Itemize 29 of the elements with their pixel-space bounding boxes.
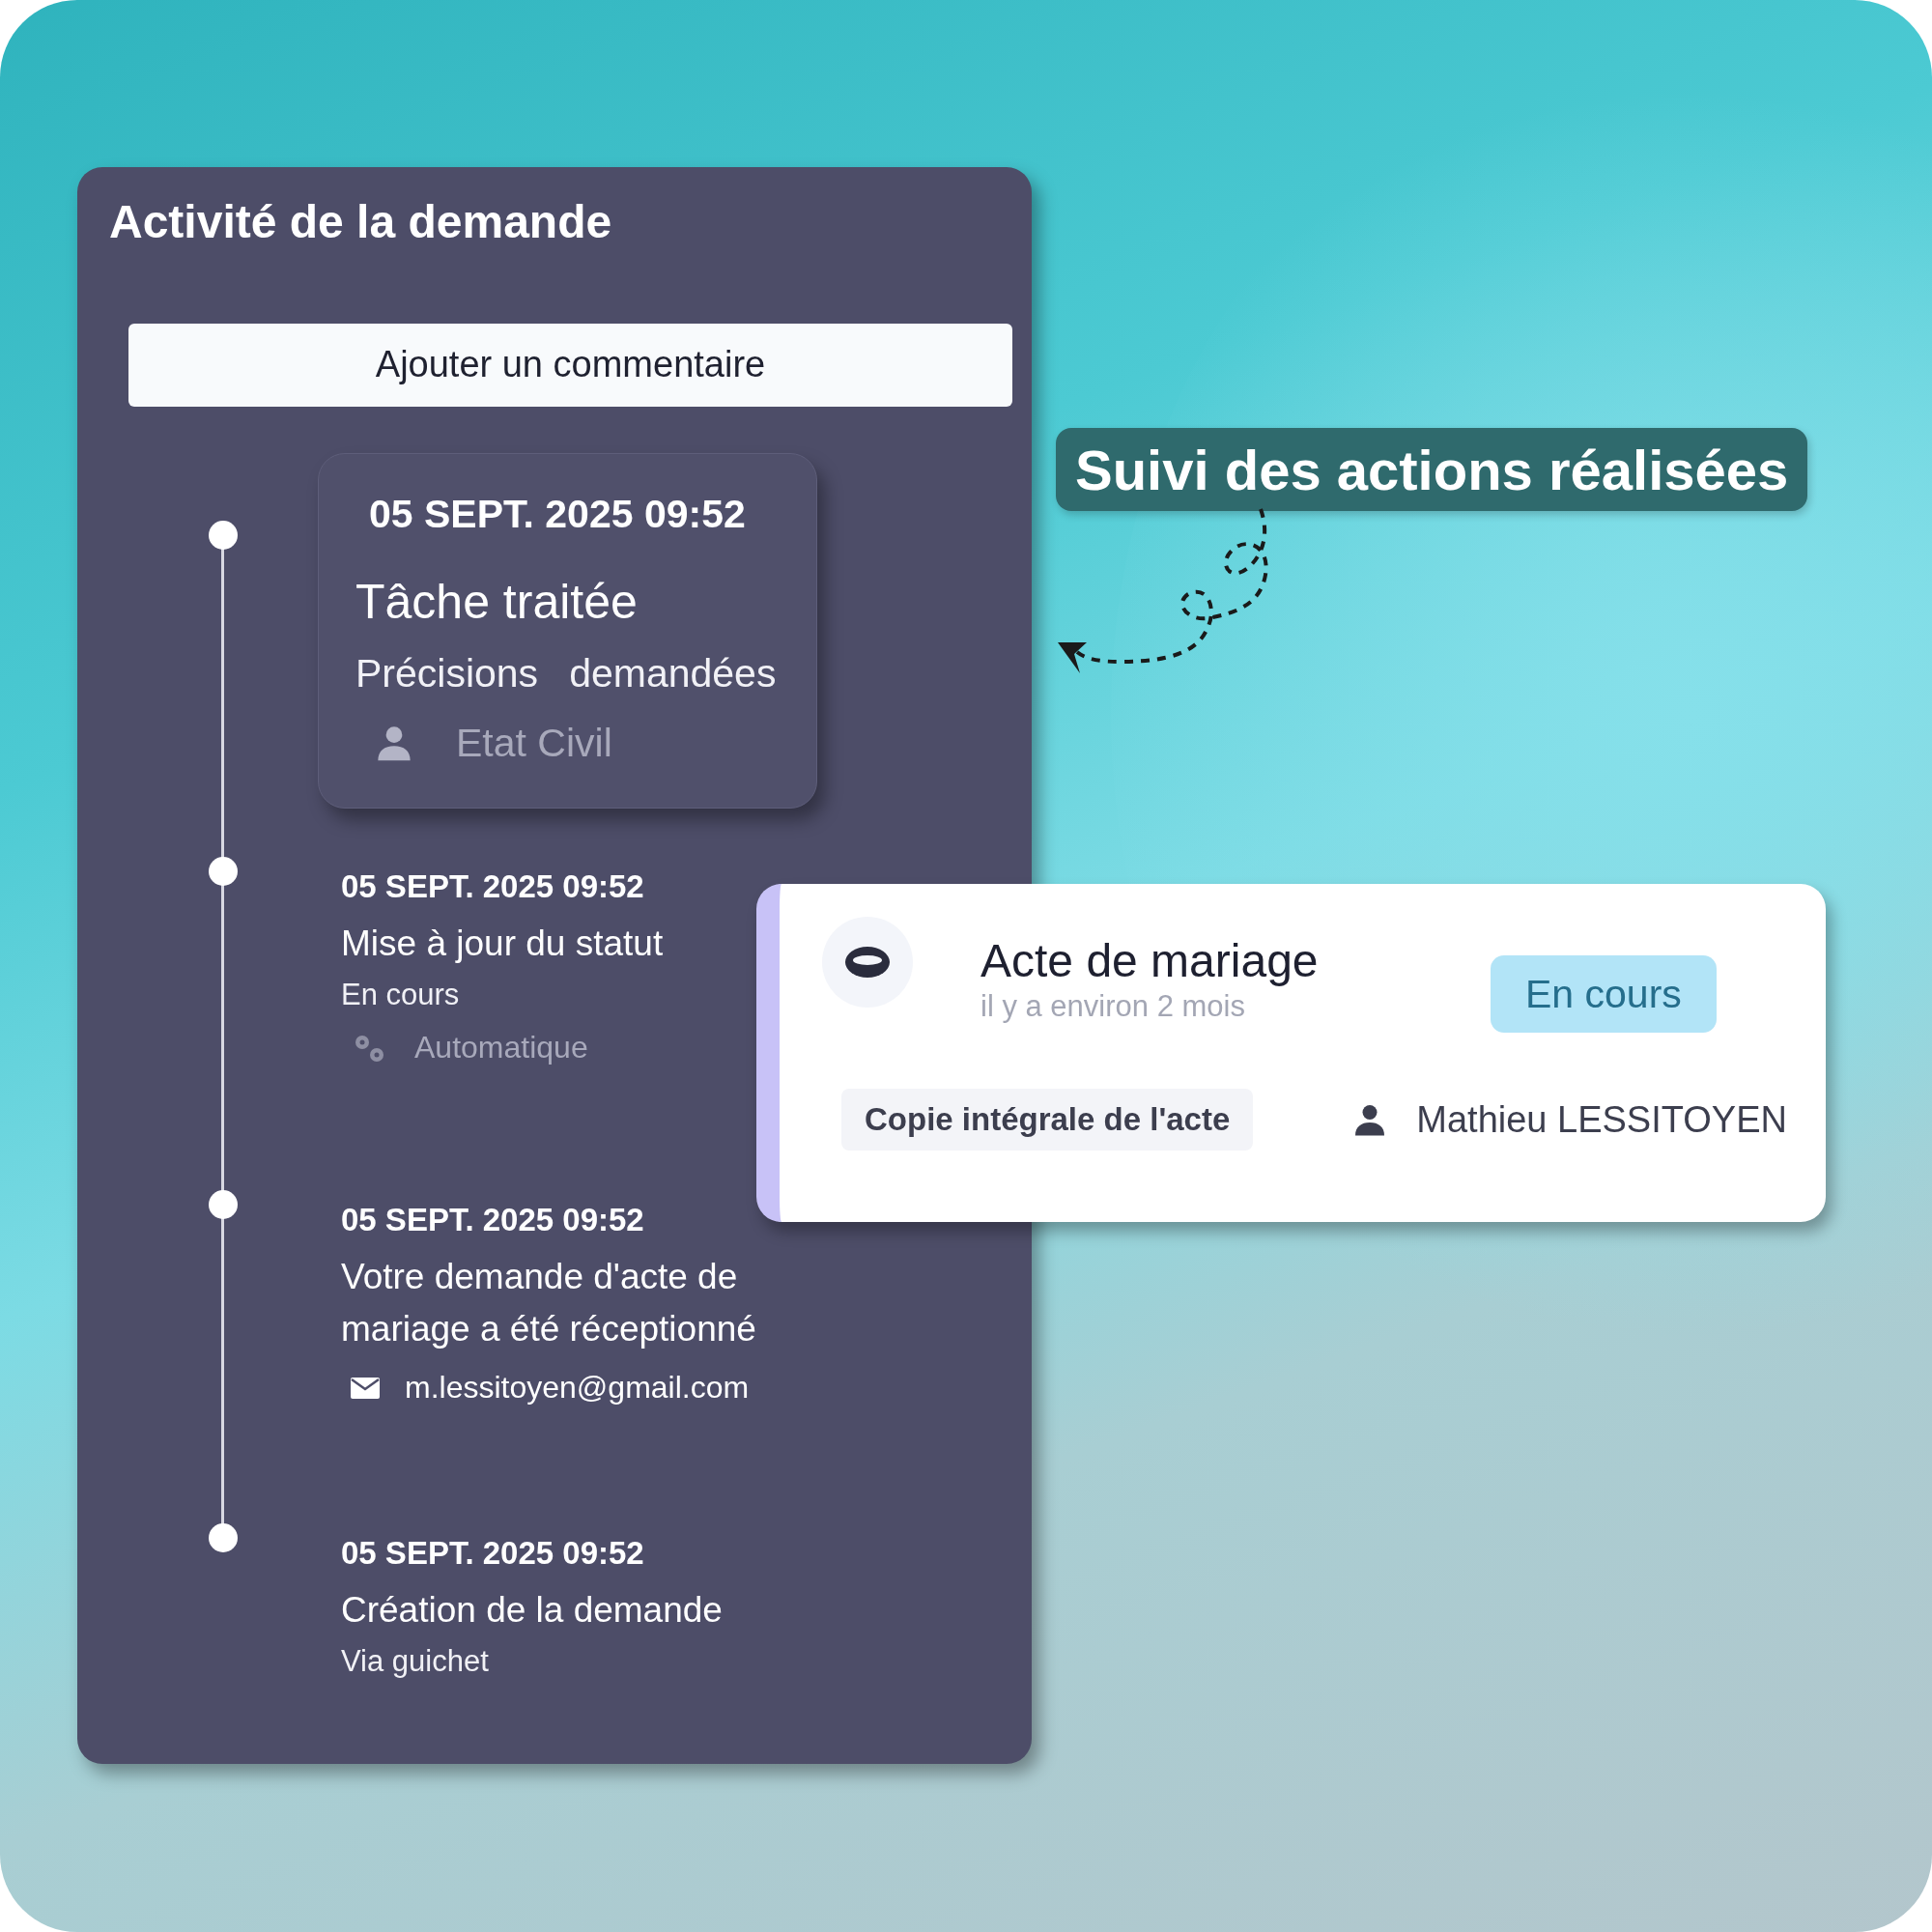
panel-title: Activité de la demande [109, 195, 613, 249]
entry-author: Etat Civil [456, 719, 612, 767]
citizen-name: Mathieu LESSITOYEN [1416, 1098, 1787, 1141]
entry-detail: Précisions [355, 650, 539, 698]
entry-title: Votre demande d'acte de mariage a été réceptionné [341, 1255, 757, 1350]
entry-title: Mise à jour du statut [341, 922, 665, 965]
document-type-tag: Copie intégrale de l'acte [841, 1089, 1254, 1151]
entry-author: Automatique [414, 1028, 588, 1066]
entry-title: Création de la demande [341, 1588, 724, 1632]
add-comment-button[interactable]: Ajouter un commentaire [128, 323, 1012, 407]
timeline-dot [209, 857, 238, 886]
timeline-dot [209, 520, 238, 550]
entry-detail: demandées [569, 650, 777, 698]
ring-icon [844, 946, 891, 979]
entry-date: 05 SEPT. 2025 09:52 [341, 1201, 645, 1239]
entry-date: 05 SEPT. 2025 09:52 [369, 490, 747, 538]
status-badge: En cours [1491, 955, 1717, 1033]
entry-date: 05 SEPT. 2025 09:52 [341, 1534, 645, 1573]
timeline-dot [209, 1523, 238, 1552]
timeline-dot [209, 1190, 238, 1219]
mail-icon [351, 1377, 380, 1399]
entry-author: m.lessitoyen@gmail.com [405, 1369, 750, 1407]
request-title: Acte de mariage [980, 934, 1320, 988]
entry-date: 05 SEPT. 2025 09:52 [341, 867, 645, 906]
entry-detail: Via guichet [341, 1642, 489, 1680]
entry-detail: En cours [341, 976, 460, 1013]
request-age: il y a environ 2 mois [980, 988, 1246, 1026]
entry-title: Tâche traitée [355, 573, 639, 631]
callout-label: Suivi des actions réalisées [1056, 428, 1808, 511]
